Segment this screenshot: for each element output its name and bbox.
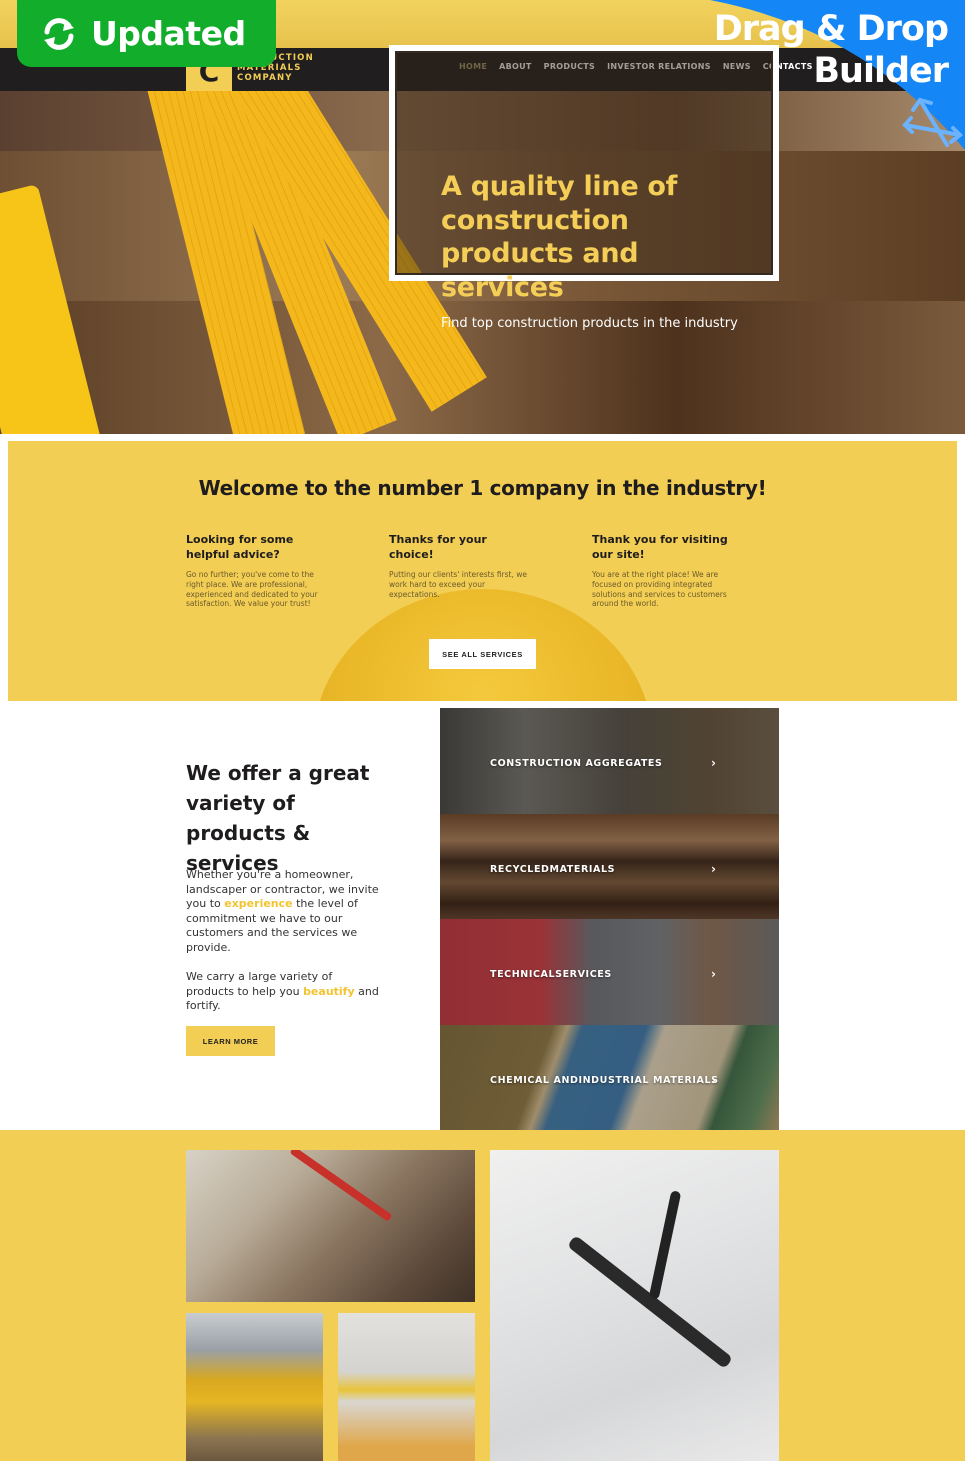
column-title: Thank you for visiting our site! (592, 533, 728, 561)
offer-paragraph: We carry a large variety of products to … (186, 970, 379, 1013)
column-text: Putting our clients' interests first, we… (389, 570, 528, 599)
welcome-column: Thanks for your choice! Putting our clie… (389, 533, 534, 599)
builder-badge-text: Drag & Drop Builder (713, 8, 949, 92)
service-construction-aggregates[interactable]: CONSTRUCTION AGGREGATES › (440, 708, 779, 814)
photo-spirit-level-gloves[interactable] (338, 1313, 475, 1461)
service-label: CONSTRUCTION AGGREGATES (490, 758, 663, 769)
hero-subtitle: Find top construction products in the in… (441, 316, 738, 331)
builder-line2: Builder (813, 51, 949, 91)
experience-link[interactable]: experience (224, 897, 292, 910)
service-chemical-industrial-materials[interactable]: CHEMICAL ANDINDUSTRIAL MATERIALS › (440, 1024, 779, 1130)
welcome-section: Welcome to the number 1 company in the i… (8, 441, 957, 701)
refresh-icon (44, 17, 74, 50)
service-recycled-materials[interactable]: RECYCLEDMATERIALS › (440, 813, 779, 919)
welcome-column: Looking for some helpful advice? Go no f… (186, 533, 331, 609)
brand-name-line3: COMPANY (237, 73, 293, 83)
chevron-right-icon: › (711, 756, 716, 770)
column-title: Looking for some helpful advice? (186, 533, 294, 561)
builder-line1: Drag & Drop (713, 9, 949, 49)
beautify-link[interactable]: beautify (303, 985, 355, 998)
service-label: RECYCLEDMATERIALS (490, 863, 616, 875)
chevron-right-icon: › (711, 1072, 716, 1087)
hero-title: A quality line of construction products … (441, 171, 678, 303)
services-list: CONSTRUCTION AGGREGATES › RECYCLEDMATERI… (440, 708, 779, 1130)
chevron-right-icon: › (711, 861, 716, 876)
learn-more-button[interactable]: LEARN MORE (186, 1026, 275, 1056)
updated-badge: Updated (17, 0, 276, 67)
column-title: Thanks for your choice! (389, 533, 487, 561)
hammer-shape (566, 1234, 734, 1370)
photo-bulldozer[interactable] (186, 1313, 323, 1461)
chevron-right-icon: › (711, 967, 716, 981)
offer-paragraph: Whether you're a homeowner, landscaper o… (186, 868, 379, 954)
gallery-section (0, 1130, 965, 1461)
see-all-services-button[interactable]: SEE ALL SERVICES (429, 639, 536, 669)
welcome-title: Welcome to the number 1 company in the i… (198, 476, 767, 500)
offer-title: We offer a great variety of products & s… (186, 761, 370, 875)
welcome-column: Thank you for visiting our site! You are… (592, 533, 737, 609)
pencil-shape (289, 1150, 393, 1222)
updated-label: Updated (91, 14, 246, 53)
photo-tools-on-blueprints[interactable] (490, 1150, 779, 1461)
pliers-shape (648, 1190, 682, 1300)
column-text: Go no further; you've come to the right … (186, 570, 318, 609)
photo-carpenter-marking-wood[interactable] (186, 1150, 475, 1302)
service-label: TECHNICALSERVICES (490, 969, 612, 980)
column-text: You are at the right place! We are focus… (592, 570, 727, 609)
service-label: CHEMICAL ANDINDUSTRIAL MATERIALS (490, 1074, 719, 1086)
service-technical-services[interactable]: TECHNICALSERVICES › (440, 919, 779, 1025)
